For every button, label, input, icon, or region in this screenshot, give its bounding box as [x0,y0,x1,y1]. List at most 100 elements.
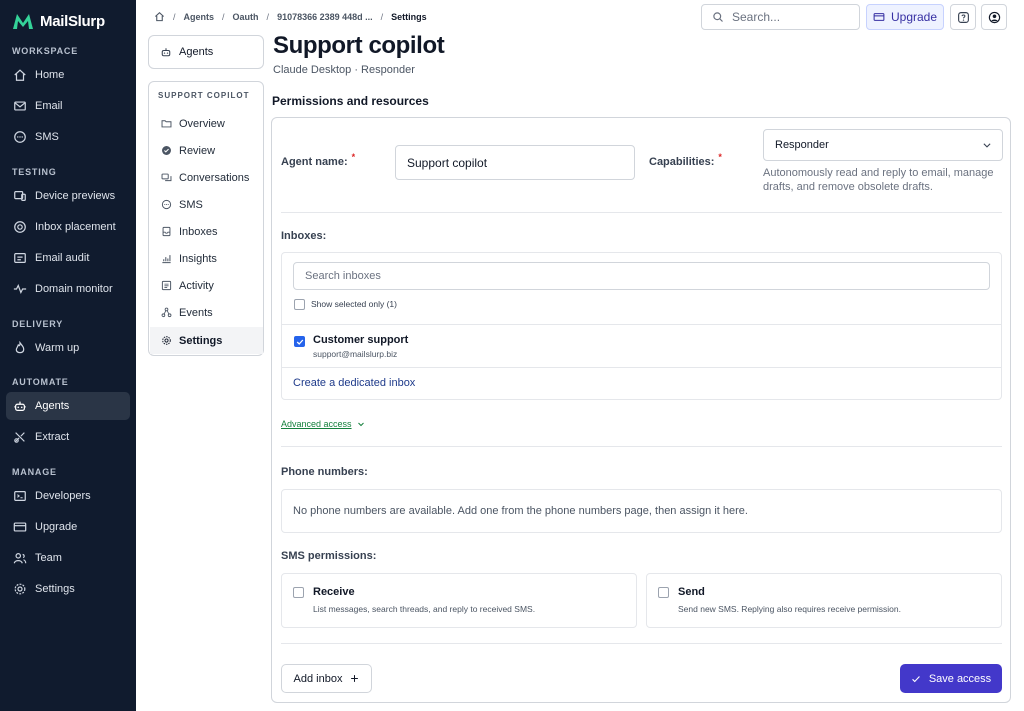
save-access-button[interactable]: Save access [900,664,1002,693]
subnav-item-review[interactable]: Review [150,137,263,164]
sidebar-item-email-audit[interactable]: Email audit [6,244,130,272]
subnav-item-insights[interactable]: Insights [150,245,263,272]
section-testing: TESTING [12,167,57,177]
sidebar-item-label: Upgrade [35,521,78,533]
breadcrumb-oauth[interactable]: Oauth [233,12,259,22]
upgrade-button[interactable]: Upgrade [866,4,944,30]
subnav-item-events[interactable]: Events [150,299,263,326]
sms-permissions-label: SMS permissions: [281,550,377,562]
sidebar-item-device-previews[interactable]: Device previews [6,182,130,210]
sidebar-item-domain-monitor[interactable]: Domain monitor [6,275,130,303]
sidebar-item-extract[interactable]: Extract [6,423,130,451]
sidebar-item-label: Email audit [35,252,90,264]
devices-icon [14,191,26,201]
search-input[interactable]: Search... [701,4,860,30]
sidebar-item-developers[interactable]: Developers [6,482,130,510]
section-workspace: WORKSPACE [12,46,79,56]
sms-send-desc: Send new SMS. Replying also requires rec… [678,604,901,614]
section-automate: AUTOMATE [12,377,69,387]
inbox-checkbox[interactable] [294,336,305,347]
save-access-label: Save access [928,672,992,685]
sidebar-item-label: Home [35,69,65,81]
sms-receive-card[interactable]: Receive List messages, search threads, a… [281,573,637,628]
subnav-header: SUPPORT COPILOT [158,91,250,100]
breadcrumb-separator: / [380,11,384,22]
sidebar-item-home[interactable]: Home [6,61,130,89]
sidebar-item-sms[interactable]: SMS [6,123,130,151]
inboxes-box: Search inboxes Show selected only (1) Cu… [281,252,1002,400]
show-selected-label: Show selected only (1) [311,299,397,309]
search-icon [713,12,723,22]
sms-send-checkbox[interactable] [658,587,669,598]
sms-receive-checkbox[interactable] [293,587,304,598]
sidebar-item-label: Team [35,552,62,564]
help-button[interactable] [950,4,976,30]
inbox-icon [162,226,171,237]
capabilities-help: Autonomously read and reply to email, ma… [763,167,994,193]
chat-icon [161,199,172,210]
breadcrumb-separator: / [266,11,270,22]
divider [281,212,1002,213]
advanced-access-toggle[interactable]: Advanced access [281,419,365,429]
inbox-name: Customer support [313,334,409,346]
add-inbox-label: Add inbox [293,672,343,685]
sidebar-item-settings[interactable]: Settings [6,575,130,603]
agent-name-label: Agent name: * [281,152,355,168]
chevron-down-icon [357,422,364,427]
home-icon [14,69,26,81]
subnav-item-settings[interactable]: Settings [150,327,263,354]
brand-name: MailSlurp [40,12,105,30]
subnav-item-sms[interactable]: SMS [150,191,263,218]
sidebar-item-team[interactable]: Team [6,544,130,572]
extract-icon [14,432,25,443]
plus-icon [351,675,359,682]
subnav-item-label: Settings [179,334,223,347]
sidebar-item-label: Domain monitor [35,283,113,295]
pulse-icon [13,283,27,295]
show-selected-checkbox[interactable] [294,299,305,310]
upgrade-label: Upgrade [890,10,938,24]
agent-name-label-text: Agent name: [281,156,348,168]
sidebar-item-inbox-placement[interactable]: Inbox placement [6,213,130,241]
sidebar-item-email[interactable]: Email [6,92,130,120]
sidebar-item-label: Settings [35,583,75,595]
breadcrumb-agents[interactable]: Agents [184,12,215,22]
subnav-item-conversations[interactable]: Conversations [150,164,263,191]
activity-icon [161,280,172,291]
sms-send-card[interactable]: Send Send new SMS. Replying also require… [646,573,1002,628]
robot-icon [14,401,26,411]
breadcrumb-agent-id[interactable]: 91078366 2389 448d ... [277,12,373,22]
capabilities-select[interactable]: Responder [763,129,1003,161]
sidebar-item-warm-up[interactable]: Warm up [6,334,130,362]
sidebar-item-upgrade[interactable]: Upgrade [6,513,130,541]
search-inboxes-input[interactable]: Search inboxes [293,262,990,290]
back-to-agents[interactable]: Agents [148,35,264,69]
subnav-item-activity[interactable]: Activity [150,272,263,299]
home-icon[interactable] [154,11,165,22]
subnav-item-overview[interactable]: Overview [150,110,263,137]
add-inbox-button[interactable]: Add inbox [281,664,372,693]
create-inbox-link[interactable]: Create a dedicated inbox [293,377,415,389]
agent-name-input[interactable]: Support copilot [395,145,635,180]
terminal-icon [14,491,26,501]
back-label: Agents [179,46,214,58]
check-circle-icon [162,146,171,155]
chevron-down-icon [983,143,991,148]
subnav-item-label: Review [179,144,216,157]
required-mark: * [351,152,356,162]
audit-icon [14,253,26,263]
sidebar-item-label: Device previews [35,190,116,202]
section-delivery: DELIVERY [12,319,64,329]
sidebar-item-agents[interactable]: Agents [6,392,130,420]
sms-receive-title: Receive [313,586,355,598]
card-icon [873,13,885,21]
account-button[interactable] [981,4,1007,30]
brand-logo[interactable]: MailSlurp [12,12,105,30]
subnav-item-label: Activity [179,279,214,292]
subnav-item-inboxes[interactable]: Inboxes [150,218,263,245]
check-icon [911,675,920,682]
search-placeholder: Search... [732,10,781,24]
breadcrumb: / Agents / Oauth / 91078366 2389 448d ..… [154,11,427,22]
agent-subnav: SUPPORT COPILOT Overview Review Conversa… [148,81,264,356]
inbox-email: support@mailslurp.biz [313,349,398,359]
